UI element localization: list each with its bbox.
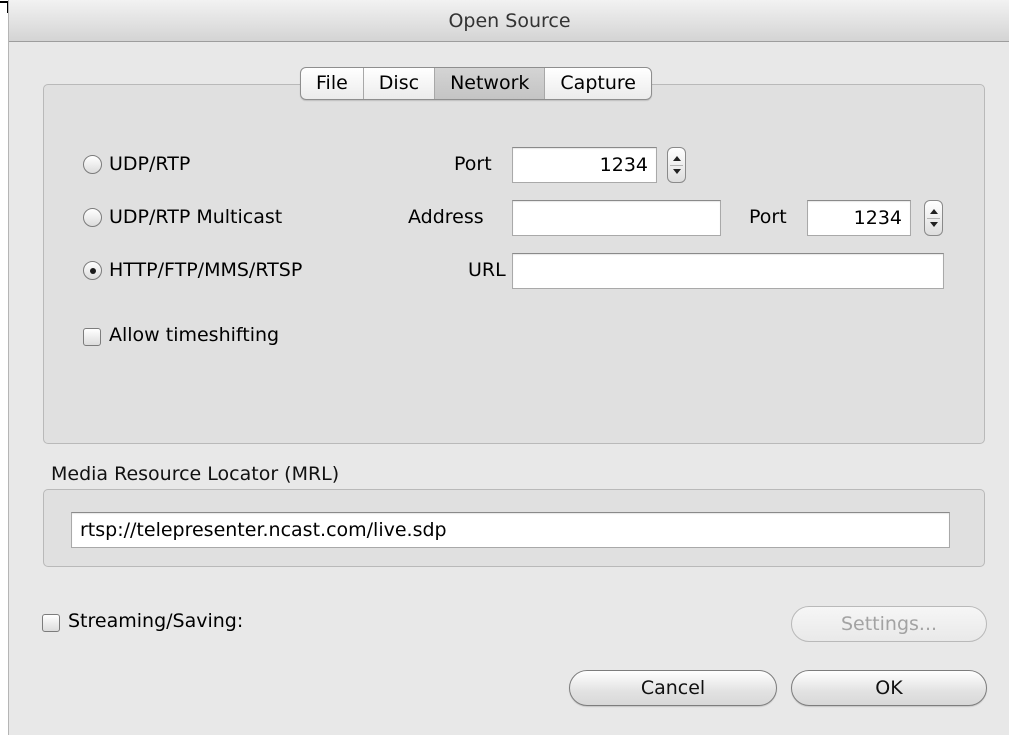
mrl-group-title: Media Resource Locator (MRL) bbox=[51, 463, 340, 485]
source-tabs: File Disc Network Capture bbox=[300, 67, 652, 100]
multicast-address-label: Address bbox=[408, 206, 484, 228]
tab-file[interactable]: File bbox=[301, 68, 364, 99]
cancel-button[interactable]: Cancel bbox=[569, 670, 777, 706]
multicast-port-label: Port bbox=[749, 206, 787, 228]
streaming-label: Streaming/Saving: bbox=[68, 610, 244, 632]
http-radio[interactable] bbox=[83, 261, 102, 280]
udp-rtp-radio[interactable] bbox=[83, 155, 102, 174]
url-label: URL bbox=[468, 259, 506, 281]
streaming-checkbox[interactable] bbox=[42, 614, 60, 632]
udp-multicast-label: UDP/RTP Multicast bbox=[109, 206, 283, 228]
tab-disc[interactable]: Disc bbox=[364, 68, 436, 99]
timeshift-checkbox[interactable] bbox=[83, 328, 101, 346]
http-label: HTTP/FTP/MMS/RTSP bbox=[109, 259, 303, 281]
udp-port-label: Port bbox=[454, 153, 492, 175]
tab-network[interactable]: Network bbox=[435, 68, 546, 99]
settings-button[interactable]: Settings... bbox=[791, 606, 987, 642]
stepper-down-icon[interactable] bbox=[930, 222, 938, 227]
stepper-divider bbox=[670, 165, 683, 166]
stepper-up-icon[interactable] bbox=[930, 209, 938, 214]
udp-rtp-label: UDP/RTP bbox=[109, 153, 191, 175]
tab-capture[interactable]: Capture bbox=[545, 68, 651, 99]
udp-port-stepper[interactable] bbox=[667, 147, 686, 183]
mrl-field[interactable] bbox=[71, 512, 950, 548]
stepper-down-icon[interactable] bbox=[673, 169, 681, 174]
udp-port-field[interactable] bbox=[512, 147, 657, 183]
stepper-up-icon[interactable] bbox=[673, 156, 681, 161]
open-source-dialog: Open Source File Disc Network Capture UD… bbox=[8, 0, 1009, 735]
ok-button[interactable]: OK bbox=[791, 670, 987, 706]
udp-multicast-radio[interactable] bbox=[83, 208, 102, 227]
multicast-port-field[interactable] bbox=[807, 200, 911, 236]
multicast-port-stepper[interactable] bbox=[924, 200, 943, 236]
window-title: Open Source bbox=[9, 0, 1009, 42]
stepper-divider bbox=[927, 218, 940, 219]
multicast-address-field[interactable] bbox=[512, 200, 721, 236]
url-field[interactable] bbox=[512, 253, 944, 289]
timeshift-label: Allow timeshifting bbox=[109, 324, 280, 346]
